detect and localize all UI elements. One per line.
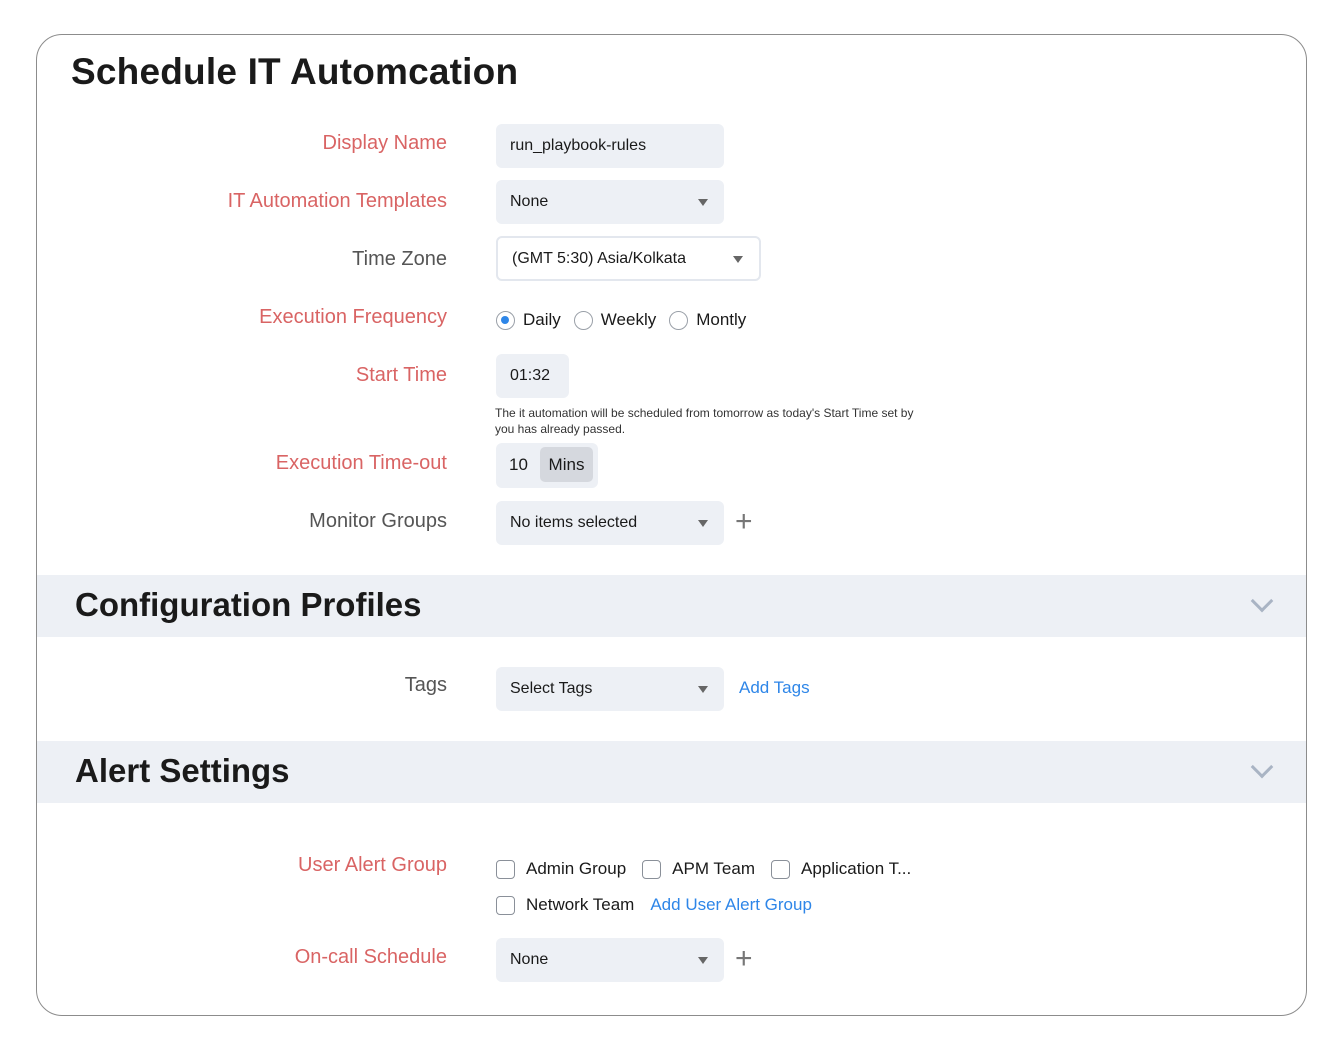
- start-time-input[interactable]: 01:32: [496, 354, 569, 398]
- chevron-down-icon[interactable]: [1250, 589, 1274, 613]
- checkbox-icon[interactable]: [642, 859, 662, 879]
- chevron-down-icon[interactable]: [1250, 755, 1274, 779]
- alert-settings-title: Alert Settings: [75, 752, 290, 789]
- page-title: Schedule IT Automcation: [71, 51, 519, 92]
- alert-group-option[interactable]: APM Team: [642, 859, 755, 879]
- plus-icon[interactable]: +: [735, 944, 753, 974]
- user-alert-group-row-2: Network Team Add User Alert Group: [496, 895, 812, 915]
- caret-down-icon: [733, 255, 743, 263]
- time-zone-label: Time Zone: [352, 248, 447, 270]
- frequency-radio-group: Daily Weekly Montly: [496, 310, 759, 330]
- plus-icon[interactable]: +: [735, 507, 753, 537]
- frequency-label: Execution Frequency: [259, 306, 447, 328]
- timeout-label: Execution Time-out: [275, 452, 447, 474]
- monitor-groups-label: Monitor Groups: [309, 510, 447, 532]
- display-name-label: Display Name: [322, 132, 447, 154]
- user-alert-group-row-1: Admin Group APM Team Application T...: [496, 859, 927, 879]
- caret-down-icon: [698, 686, 708, 693]
- configuration-profiles-header[interactable]: Configuration Profiles: [37, 575, 1306, 637]
- display-name-value: run_playbook-rules: [510, 137, 647, 154]
- start-time-hint: The it automation will be scheduled from…: [495, 406, 914, 436]
- timeout-unit: Mins: [540, 447, 593, 482]
- caret-down-icon: [698, 520, 708, 527]
- timeout-input-group: 10 Mins: [496, 443, 598, 488]
- user-alert-group-label: User Alert Group: [298, 854, 447, 876]
- on-call-schedule-label: On-call Schedule: [294, 946, 447, 968]
- caret-down-icon: [698, 957, 708, 964]
- start-time-label: Start Time: [355, 364, 447, 386]
- time-zone-value: (GMT 5:30) Asia/Kolkata: [512, 249, 686, 267]
- frequency-option-label: Daily: [523, 310, 561, 329]
- caret-down-icon: [698, 199, 708, 206]
- alert-settings-header[interactable]: Alert Settings: [37, 741, 1306, 803]
- alert-group-option-label: APM Team: [672, 859, 755, 878]
- add-tags-link[interactable]: Add Tags: [739, 678, 810, 698]
- radio-checked-icon[interactable]: [496, 310, 515, 330]
- tags-select[interactable]: Select Tags: [496, 667, 724, 711]
- radio-icon[interactable]: [669, 310, 689, 330]
- templates-value: None: [510, 193, 549, 210]
- alert-group-option-label: Network Team: [526, 895, 635, 914]
- checkbox-icon[interactable]: [496, 859, 515, 879]
- tags-value: Select Tags: [510, 680, 593, 697]
- time-zone-select[interactable]: (GMT 5:30) Asia/Kolkata: [496, 236, 761, 281]
- alert-group-option[interactable]: Admin Group: [496, 859, 626, 879]
- alert-group-option[interactable]: Network Team: [496, 895, 634, 915]
- configuration-profiles-title: Configuration Profiles: [75, 586, 422, 623]
- display-name-input[interactable]: run_playbook-rules: [496, 124, 724, 168]
- checkbox-icon[interactable]: [771, 859, 790, 879]
- frequency-option-montly[interactable]: Montly: [669, 310, 746, 330]
- alert-group-option-label: Admin Group: [526, 859, 627, 878]
- monitor-groups-select[interactable]: No items selected: [496, 501, 724, 545]
- frequency-option-label: Montly: [696, 310, 747, 329]
- add-user-alert-group-link[interactable]: Add User Alert Group: [650, 895, 812, 915]
- tags-label: Tags: [404, 674, 447, 696]
- on-call-schedule-select[interactable]: None: [496, 938, 724, 982]
- on-call-schedule-value: None: [510, 951, 549, 968]
- frequency-option-daily[interactable]: Daily: [496, 310, 561, 330]
- templates-select[interactable]: None: [496, 180, 724, 224]
- templates-label: IT Automation Templates: [227, 190, 447, 212]
- monitor-groups-value: No items selected: [510, 514, 638, 531]
- schedule-form-card: Schedule IT Automcation Display Name run…: [36, 34, 1307, 1016]
- alert-group-option-label: Application T...: [801, 859, 912, 878]
- alert-group-option[interactable]: Application T...: [771, 859, 911, 879]
- frequency-option-label: Weekly: [600, 310, 657, 329]
- timeout-value[interactable]: 10: [509, 455, 528, 475]
- frequency-option-weekly[interactable]: Weekly: [573, 310, 657, 330]
- start-time-value: 01:32: [510, 367, 551, 384]
- radio-icon[interactable]: [573, 310, 593, 330]
- checkbox-icon[interactable]: [496, 895, 515, 915]
